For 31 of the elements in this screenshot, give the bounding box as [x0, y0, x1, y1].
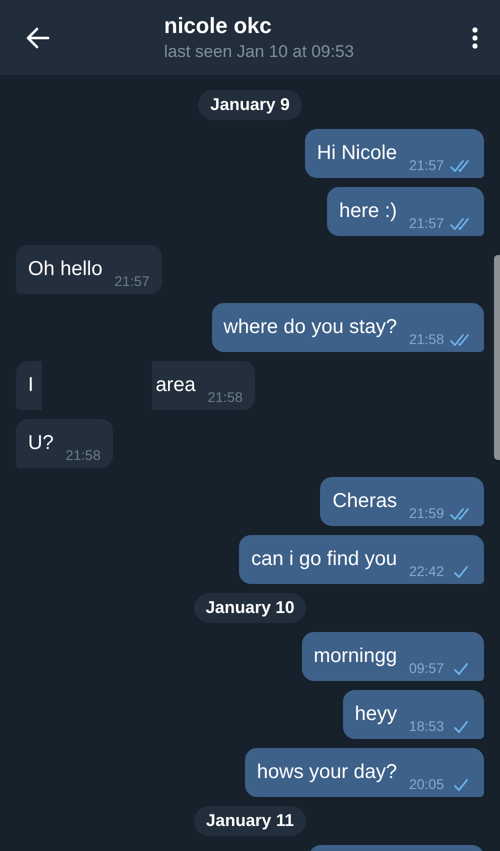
back-arrow-icon — [26, 26, 50, 48]
message-time: 21:58 — [208, 390, 243, 404]
scrollbar-thumb[interactable] — [494, 255, 500, 460]
message-time: 22:42 — [408, 564, 444, 578]
message-time: 20:05 — [408, 777, 444, 791]
message-text: hows your day? — [256, 760, 397, 785]
chat-title: nicole okc — [164, 12, 273, 40]
message-time: 21:59 — [408, 506, 444, 520]
message-text: Hi Nicole — [316, 141, 397, 166]
message-time: 21:57 — [408, 216, 444, 230]
date-label: January 9 — [198, 90, 302, 120]
message-time: 21:57 — [408, 158, 444, 172]
message-text: U? — [28, 431, 54, 456]
last-seen-status: last seen Jan 10 at 09:53 — [164, 40, 355, 62]
message-text: where do you stay? — [224, 315, 397, 340]
message-text: here :) — [339, 199, 397, 224]
more-icon — [471, 26, 479, 50]
message-text: I — [28, 373, 34, 398]
message-text: Oh hello — [28, 257, 102, 282]
date-label: January 11 — [194, 806, 306, 836]
message-time: 21:57 — [114, 274, 150, 288]
message-text: can i go find you — [251, 547, 397, 572]
message-time: 09:57 — [408, 661, 444, 675]
message-text: morningg — [314, 644, 397, 669]
message-text: heyy — [354, 702, 397, 727]
message-time: 21:58 — [66, 448, 101, 462]
message-time: 21:58 — [408, 332, 444, 346]
message-text: Cheras — [332, 489, 397, 514]
date-label: January 10 — [194, 593, 306, 623]
message-time: 18:53 — [408, 719, 444, 733]
message-text: area — [156, 373, 196, 398]
